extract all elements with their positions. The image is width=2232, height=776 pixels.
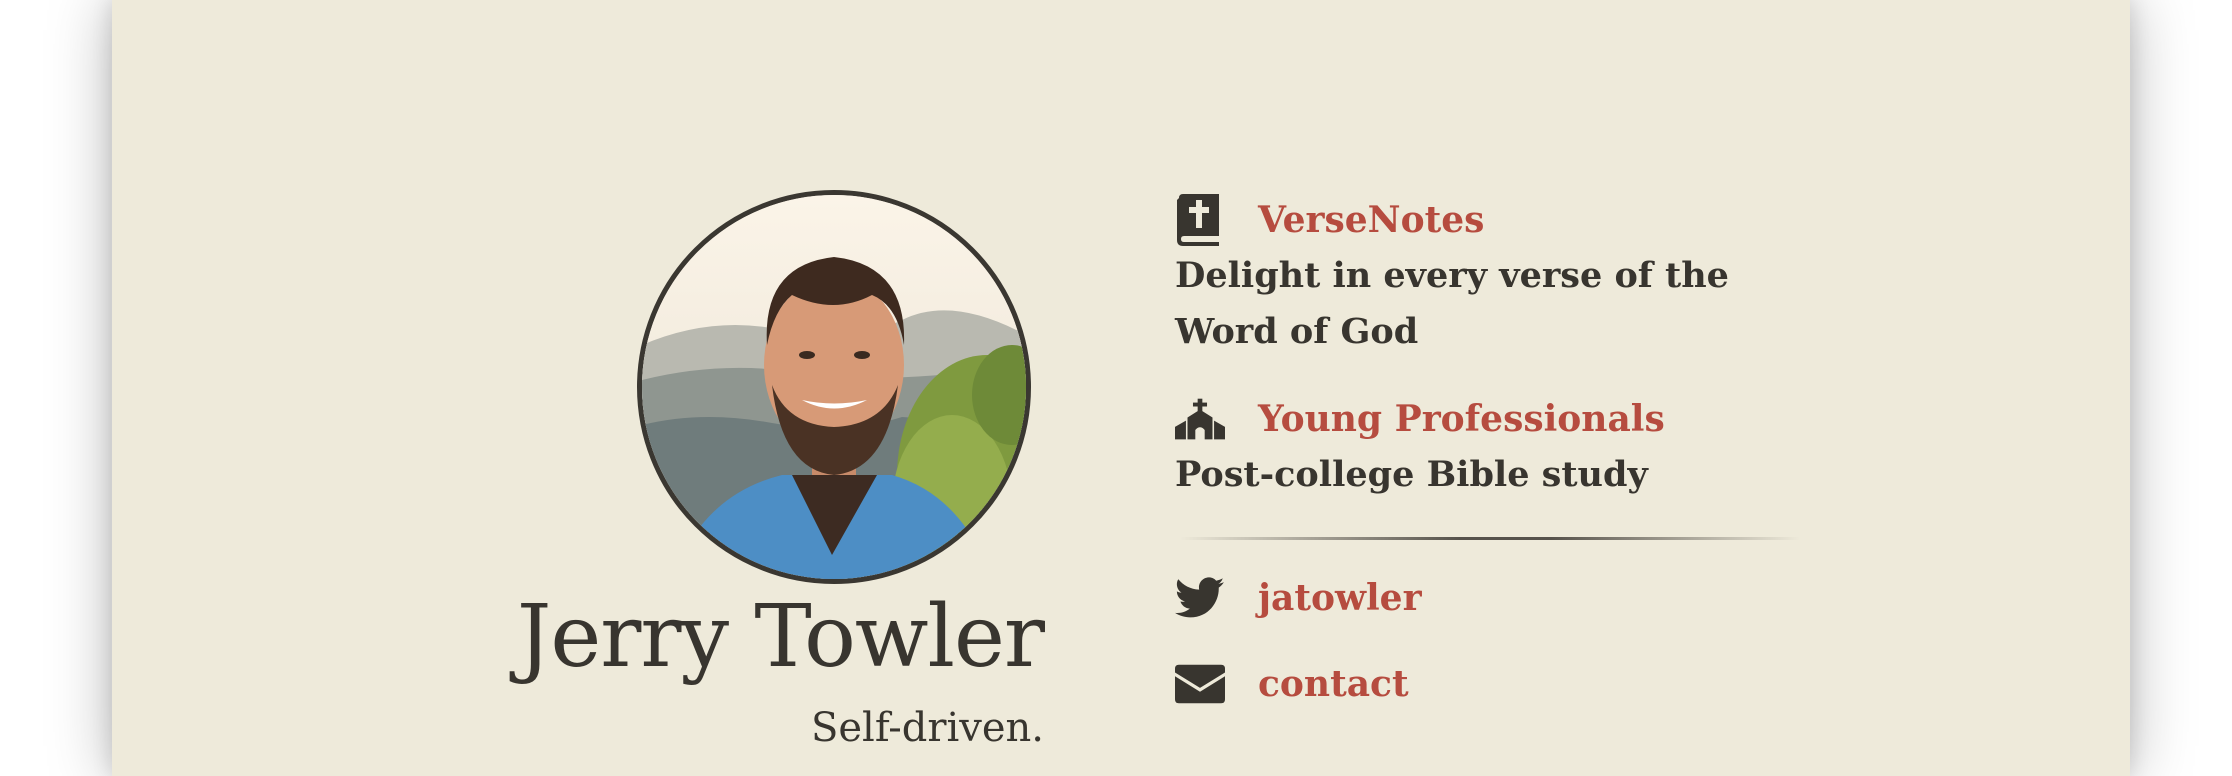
avatar-photo <box>642 195 1026 579</box>
twitter-link[interactable]: jatowler <box>1258 577 1422 619</box>
church-icon <box>1175 391 1225 447</box>
project-versenotes: VerseNotes Delight in every verse of the… <box>1175 192 1775 360</box>
versenotes-link[interactable]: VerseNotes <box>1258 199 1484 241</box>
young-professionals-description: Post-college Bible study <box>1175 454 1648 495</box>
profile-card: Jerry Towler Self-driven. VerseNotes Del… <box>112 0 2130 776</box>
young-professionals-link[interactable]: Young Professionals <box>1258 398 1665 440</box>
versenotes-description: Delight in every verse of the Word of Go… <box>1175 255 1729 352</box>
contact-link[interactable]: contact <box>1258 663 1409 705</box>
profile-tagline: Self-driven. <box>810 705 1044 751</box>
twitter-icon <box>1175 570 1225 626</box>
bible-icon <box>1175 192 1225 248</box>
contact-twitter: jatowler <box>1175 570 1422 626</box>
profile-name: Jerry Towler <box>516 587 1045 687</box>
contact-email: contact <box>1175 656 1409 712</box>
envelope-icon <box>1175 656 1225 712</box>
project-young-professionals: Young Professionals Post-college Bible s… <box>1175 391 1775 503</box>
divider <box>1180 537 1800 540</box>
avatar <box>637 190 1031 584</box>
